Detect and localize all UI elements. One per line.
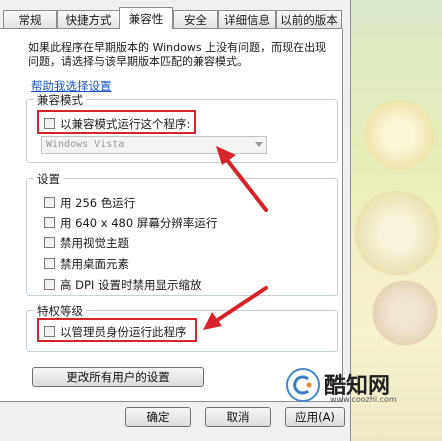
compat-mode-checkbox[interactable] [44, 118, 55, 129]
disable-dpi-scaling-checkbox[interactable] [44, 279, 55, 290]
privilege-group-title: 特权等级 [34, 303, 86, 319]
coozhi-logo-icon [286, 368, 320, 402]
watermark-url: www.coozhi.com [330, 395, 397, 404]
apply-button[interactable]: 应用(A) [285, 407, 345, 427]
disable-desktop-composition-checkbox[interactable] [44, 258, 55, 269]
tab-strip: 常规 快捷方式 兼容性 安全 详细信息 以前的版本 [0, 7, 350, 29]
flower-decoration [372, 280, 438, 346]
disable-desktop-composition-label[interactable]: 禁用桌面元素 [60, 256, 129, 272]
tab-details[interactable]: 详细信息 [218, 10, 276, 28]
change-all-users-button[interactable]: 更改所有用户的设置 [32, 367, 204, 387]
color256-checkbox[interactable] [44, 197, 55, 208]
tab-general[interactable]: 常规 [3, 10, 57, 28]
flower-decoration [364, 100, 434, 170]
ok-button[interactable]: 确定 [125, 407, 191, 427]
disable-dpi-scaling-label[interactable]: 高 DPI 设置时禁用显示缩放 [60, 277, 202, 293]
tab-previous-versions[interactable]: 以前的版本 [276, 10, 342, 28]
chevron-down-icon [255, 142, 263, 147]
compat-mode-group-title: 兼容模式 [34, 92, 86, 108]
tab-shortcut[interactable]: 快捷方式 [57, 10, 120, 28]
settings-group-title: 设置 [34, 171, 63, 187]
tab-compatibility[interactable]: 兼容性 [119, 7, 173, 29]
disable-visual-themes-label[interactable]: 禁用视觉主题 [60, 235, 129, 251]
logo-mark-icon [293, 375, 312, 395]
run-as-admin-label[interactable]: 以管理员身份运行此程序 [60, 324, 187, 340]
run-as-admin-checkbox[interactable] [44, 326, 55, 337]
res640-checkbox[interactable] [44, 217, 55, 228]
disable-visual-themes-checkbox[interactable] [44, 237, 55, 248]
tab-security[interactable]: 安全 [173, 10, 218, 28]
res640-label[interactable]: 用 640 x 480 屏幕分辨率运行 [60, 215, 217, 231]
os-version-select[interactable]: Windows Vista [41, 136, 267, 154]
cancel-button[interactable]: 取消 [205, 407, 271, 427]
compat-mode-checkbox-label[interactable]: 以兼容模式运行这个程序: [60, 116, 190, 132]
os-version-value: Windows Vista [46, 139, 125, 150]
watermark-logo: 酷知网 www.coozhi.com [286, 362, 436, 410]
flower-decoration [354, 190, 440, 276]
intro-text: 如果此程序在早期版本的 Windows 上没有问题，而现在出现问题，请选择与该早… [28, 41, 327, 68]
color256-label[interactable]: 用 256 色运行 [60, 195, 135, 211]
